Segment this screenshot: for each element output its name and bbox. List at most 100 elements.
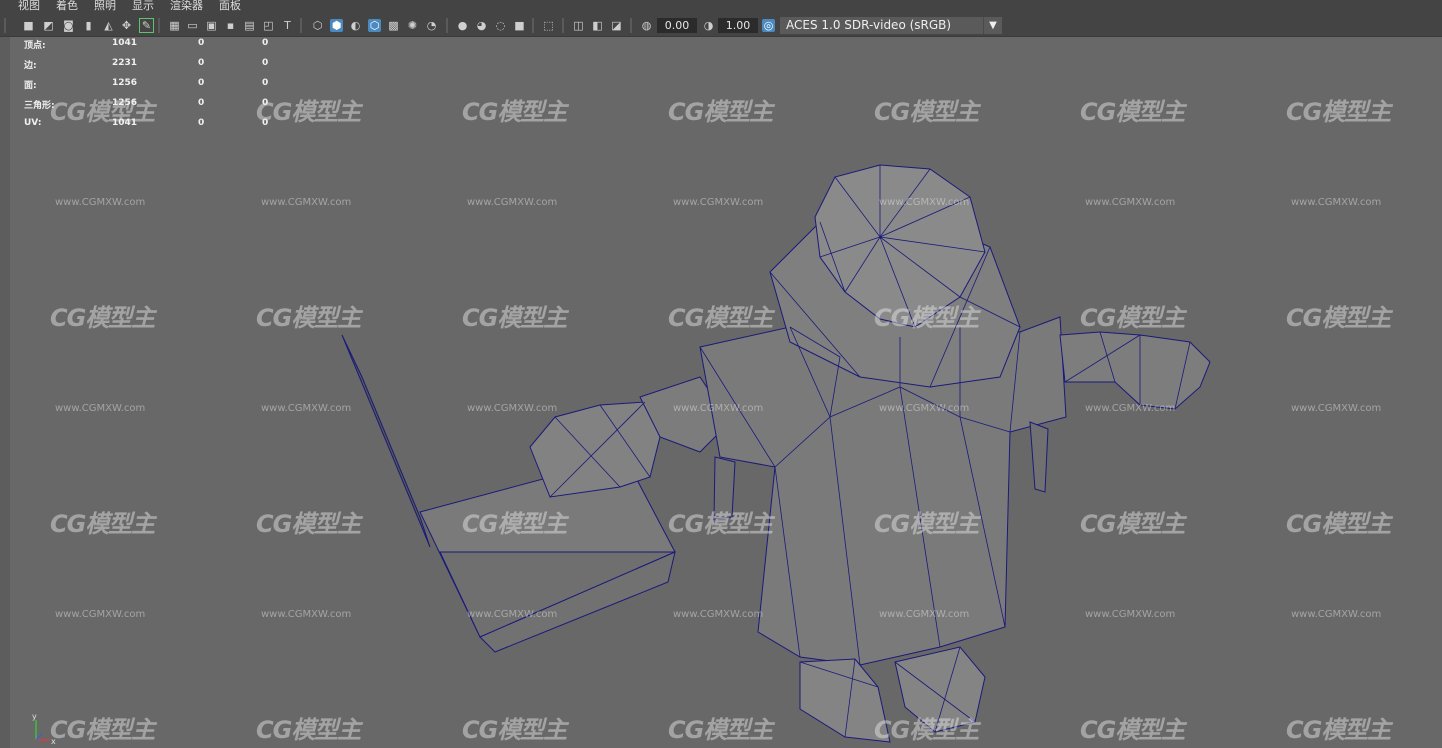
anti-aliasing-icon[interactable]: ◌ (494, 19, 507, 32)
hud-selected: 0 (198, 78, 205, 88)
grid-icon[interactable]: ▦ (168, 19, 181, 32)
screen-space-ao-icon[interactable]: ● (456, 19, 469, 32)
watermark-url: www.CGMXW.com (1085, 609, 1176, 620)
view-transform-dropdown[interactable]: ACES 1.0 SDR-video (sRGB) ▼ (780, 17, 1002, 34)
watermark-url: www.CGMXW.com (467, 403, 558, 414)
hud-total: 1256 (112, 78, 138, 88)
camera-icon[interactable]: ■ (22, 19, 35, 32)
watermark-url: www.CGMXW.com (879, 403, 970, 414)
shadows-icon[interactable]: ◔ (425, 19, 438, 32)
safe-title-icon[interactable]: T (281, 19, 294, 32)
hud-label: 边: (24, 61, 37, 71)
gate-mask-icon[interactable]: ▪ (224, 19, 237, 32)
textured-icon[interactable]: ▩ (387, 19, 400, 32)
isolate-select-icon[interactable]: ⬚ (542, 19, 555, 32)
field-chart-icon[interactable]: ▤ (243, 19, 256, 32)
xray-icon[interactable]: ◫ (572, 19, 585, 32)
watermark-url: www.CGMXW.com (467, 609, 558, 620)
watermark-logo: CG模型主 (668, 716, 773, 744)
wireframe-icon[interactable]: ⬡ (311, 19, 324, 32)
hud-label: UV: (24, 118, 42, 128)
watermark-url: www.CGMXW.com (673, 403, 764, 414)
hud-label: 顶点: (24, 41, 46, 51)
menu-shading[interactable]: 着色 (56, 0, 78, 12)
watermark-logo: CG模型主 (256, 510, 361, 538)
watermark-logo: CG模型主 (256, 716, 361, 744)
hud-last: 0 (262, 98, 269, 108)
hud-selected: 0 (198, 58, 205, 68)
gamma-icon[interactable]: ◑ (702, 19, 715, 32)
hud-row-edges: 边: 2231 0 0 (24, 58, 284, 78)
bookmark-icon[interactable]: ▮ (82, 19, 95, 32)
watermark-logo: CG模型主 (1080, 304, 1185, 332)
exposure-field[interactable]: 0.00 (657, 18, 697, 33)
axis-gizmo: y x (32, 712, 56, 746)
watermark-url: www.CGMXW.com (879, 609, 970, 620)
resolution-gate-icon[interactable]: ▣ (205, 19, 218, 32)
xray-active-components-icon[interactable]: ◪ (610, 19, 623, 32)
toolbar-separator (562, 18, 564, 33)
motion-blur-icon[interactable]: ◕ (475, 19, 488, 32)
chevron-down-icon[interactable]: ▼ (983, 17, 1002, 34)
camera-attributes-icon[interactable]: ◩ (42, 19, 55, 32)
watermark-url: www.CGMXW.com (1291, 403, 1382, 414)
menu-view[interactable]: 视图 (18, 0, 40, 12)
watermark-url: www.CGMXW.com (673, 609, 764, 620)
use-all-lights-icon[interactable]: ✺ (406, 19, 419, 32)
watermark-logo: CG模型主 (1080, 716, 1185, 744)
hud-selected: 0 (198, 118, 205, 128)
menu-panels[interactable]: 面板 (219, 0, 241, 12)
hud-last: 0 (262, 58, 269, 68)
hud-label: 面: (24, 81, 37, 91)
watermark-url: www.CGMXW.com (261, 609, 352, 620)
watermark-url: www.CGMXW.com (55, 609, 146, 620)
default-material-icon[interactable]: ◐ (349, 19, 362, 32)
gamma-field[interactable]: 1.00 (718, 18, 758, 33)
xray-joints-icon[interactable]: ◧ (591, 19, 604, 32)
viewport[interactable]: CG模型主 www.CGMXW.com CG模型主 www.CGMXW.com CG模型… (0, 37, 1442, 748)
watermark-logo: CG模型主 (1286, 98, 1391, 126)
hud-row-vertices: 顶点: 1041 0 0 (24, 38, 284, 58)
right-hand-mesh (1059, 331, 1211, 410)
watermark-logo: CG模型主 (1080, 98, 1185, 126)
hud-total: 1041 (112, 38, 138, 48)
menu-lighting[interactable]: 照明 (94, 0, 116, 12)
watermark-logo: CG模型主 (1286, 716, 1391, 744)
two-d-pan-icon[interactable]: ✥ (120, 19, 133, 32)
viewport-left-edge (0, 37, 10, 748)
left-hand-mesh (529, 401, 661, 498)
watermark-logo: CG模型主 (1286, 304, 1391, 332)
safe-action-icon[interactable]: ◰ (262, 19, 275, 32)
film-gate-icon[interactable]: ▭ (186, 19, 199, 32)
watermark-url: www.CGMXW.com (261, 403, 352, 414)
hud-total: 1041 (112, 118, 138, 128)
hud-last: 0 (262, 78, 269, 88)
menu-renderer[interactable]: 渲染器 (170, 0, 203, 12)
x-axis-label: x (51, 737, 56, 746)
camera-lock-icon[interactable]: ◙ (62, 19, 75, 32)
hud-selected: 0 (198, 98, 205, 108)
watermark-logo: CG模型主 (874, 716, 979, 744)
exposure-icon[interactable]: ◍ (640, 19, 653, 32)
watermark-logo: CG模型主 (668, 304, 773, 332)
hud-row-triangles: 三角形: 1256 0 0 (24, 98, 284, 118)
menu-show[interactable]: 显示 (132, 0, 154, 12)
watermark-url: www.CGMXW.com (1085, 403, 1176, 414)
hud-selected: 0 (198, 38, 205, 48)
menu-bar: 视图 着色 照明 显示 渲染器 面板 (0, 0, 1442, 12)
watermark-url: www.CGMXW.com (55, 403, 146, 414)
color-management-icon[interactable]: ◎ (762, 19, 775, 32)
watermark-logo: CG模型主 (256, 304, 361, 332)
watermark-logo: CG模型主 (874, 304, 979, 332)
toolbar-separator (532, 18, 534, 33)
depth-of-field-icon[interactable]: ■ (513, 19, 526, 32)
watermark-url: www.CGMXW.com (1291, 197, 1382, 208)
smooth-shade-icon[interactable]: ⬢ (330, 19, 343, 32)
image-plane-icon[interactable]: ◭ (102, 19, 115, 32)
watermark-logo: CG模型主 (874, 98, 979, 126)
watermark-logo: CG模型主 (462, 98, 567, 126)
grease-pencil-icon[interactable]: ✎ (139, 18, 154, 33)
wireframe-on-shaded-icon[interactable]: ⬡ (368, 19, 381, 32)
watermark-logo: CG模型主 (1286, 510, 1391, 538)
hud-last: 0 (262, 118, 269, 128)
